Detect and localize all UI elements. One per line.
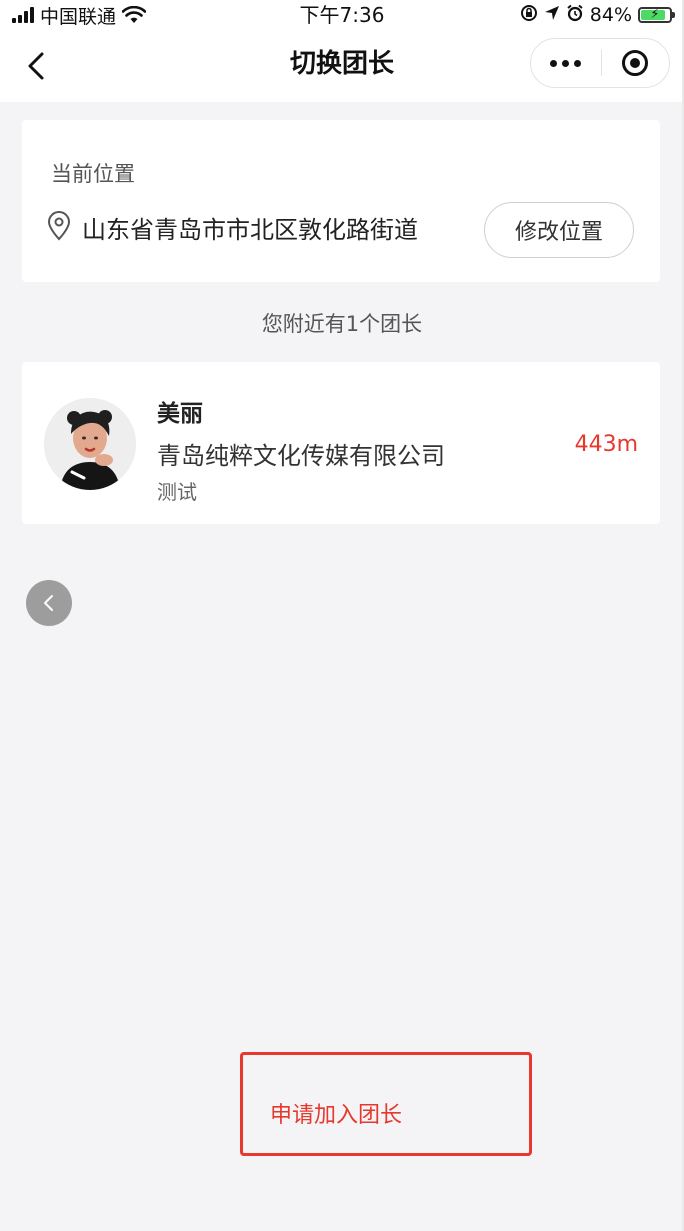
location-arrow-icon xyxy=(544,5,560,25)
modify-location-button[interactable]: 修改位置 xyxy=(484,202,634,258)
nav-bar: 切换团长 xyxy=(0,30,684,102)
apply-leader-button[interactable]: 申请加入团长 xyxy=(240,1052,532,1156)
miniapp-capsule xyxy=(530,38,670,88)
leader-distance: 443m xyxy=(574,432,638,457)
more-button[interactable] xyxy=(531,38,601,88)
close-miniapp-button[interactable] xyxy=(602,38,670,88)
leader-company: 青岛纯粹文化传媒有限公司 xyxy=(157,442,445,470)
charging-bolt-icon: ⚡ xyxy=(650,7,660,22)
location-card: 当前位置 山东省青岛市市北区敦化路街道 修改位置 xyxy=(22,120,660,282)
battery-icon: ⚡ xyxy=(638,7,675,23)
status-bar: 中国联通 下午7:36 84% ⚡ xyxy=(0,0,684,30)
map-pin-icon xyxy=(46,210,72,245)
alarm-icon xyxy=(566,4,584,26)
floating-back-button[interactable] xyxy=(26,580,72,626)
battery-percent: 84% xyxy=(589,4,632,26)
nearby-count-text: 您附近有1个团长 xyxy=(261,312,423,336)
avatar xyxy=(44,398,136,490)
chevron-left-icon xyxy=(44,595,53,611)
more-dots-icon xyxy=(550,59,558,67)
leader-note: 测试 xyxy=(157,480,197,504)
target-icon xyxy=(622,50,649,76)
apply-leader-label: 申请加入团长 xyxy=(270,1103,403,1128)
orientation-lock-icon xyxy=(520,4,538,26)
leader-card[interactable]: 美丽 青岛纯粹文化传媒有限公司 测试 443m xyxy=(22,362,660,524)
screen: 中国联通 下午7:36 84% ⚡ 切换团长 当前位置 山东省青岛市市北区敦化路… xyxy=(0,0,684,1231)
location-address: 山东省青岛市市北区敦化路街道 xyxy=(82,216,418,244)
location-label: 当前位置 xyxy=(51,162,135,186)
location-row: 山东省青岛市市北区敦化路街道 xyxy=(46,210,418,245)
status-right: 84% ⚡ xyxy=(520,2,675,28)
leader-name: 美丽 xyxy=(157,401,203,427)
